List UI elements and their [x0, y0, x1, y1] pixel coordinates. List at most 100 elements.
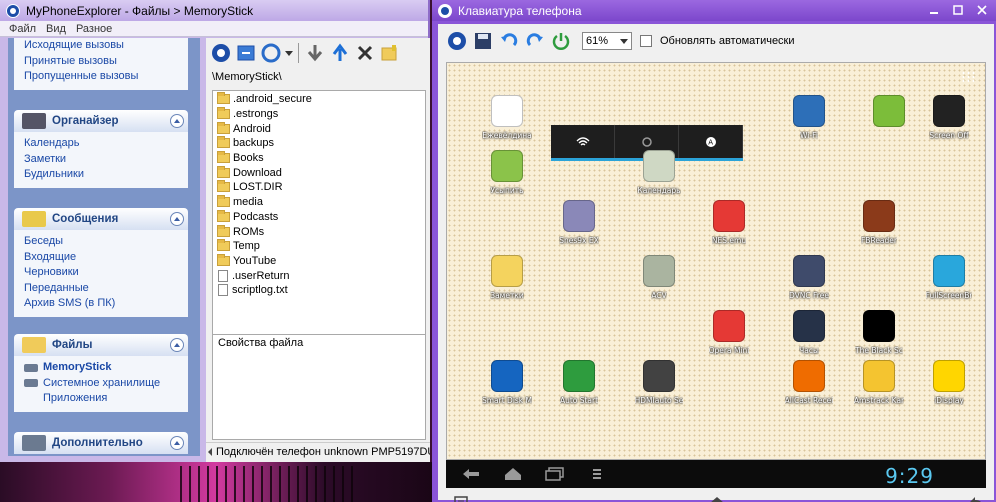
app-shortcut[interactable]: The Black Sc	[847, 308, 911, 355]
connect-icon[interactable]	[446, 30, 468, 52]
folder-icon	[217, 121, 230, 134]
sidebar-item-sent[interactable]: Переданные	[24, 281, 188, 297]
sidebar-item-inbox[interactable]: Входящие	[24, 250, 188, 266]
close-button[interactable]	[972, 2, 992, 18]
app-shortcut[interactable]: ACV	[627, 253, 691, 300]
sidebar-item-received-calls[interactable]: Принятые вызовы	[24, 54, 188, 70]
file-row[interactable]: scriptlog.txt	[213, 283, 425, 298]
app-shortcut[interactable]: Screen Off	[917, 93, 981, 140]
maximize-button[interactable]	[948, 2, 968, 18]
extra-group-header[interactable]: Дополнительно	[14, 432, 188, 454]
delete-icon[interactable]	[354, 42, 376, 64]
sidebar-item-alarms[interactable]: Будильники	[24, 167, 188, 183]
app-label: Auto Start	[559, 396, 599, 405]
redo-icon[interactable]	[524, 30, 546, 52]
sync-icon[interactable]	[235, 42, 257, 64]
file-row[interactable]: ROMs	[213, 224, 425, 239]
home-nav-icon[interactable]	[498, 464, 528, 484]
sidebar-item-memorystick[interactable]: MemoryStick	[24, 360, 188, 376]
file-row[interactable]: Podcasts	[213, 209, 425, 225]
menu-misc[interactable]: Разное	[76, 23, 112, 35]
extra-group: Дополнительно	[14, 432, 188, 454]
app-shortcut[interactable]: Усыпить	[475, 148, 539, 195]
app-shortcut[interactable]: Amstrack Kar	[847, 358, 911, 405]
app-shortcut[interactable]: Snes9x EX	[547, 198, 611, 245]
app-shortcut[interactable]: DVNC Free	[777, 253, 841, 300]
app-shortcut[interactable]: FBReader	[847, 198, 911, 245]
svg-text:A: A	[708, 138, 713, 146]
file-row[interactable]: .android_secure	[213, 92, 425, 107]
app-shortcut[interactable]: Opera Mini	[697, 308, 761, 355]
sidebar-item-calendar[interactable]: Календарь	[24, 136, 188, 152]
recents-nav-icon[interactable]	[540, 464, 570, 484]
app-shortcut[interactable]: AllCast Recei	[777, 358, 841, 405]
collapse-chevron-icon[interactable]	[170, 114, 184, 128]
file-row[interactable]: media	[213, 195, 425, 210]
app-shortcut[interactable]: HDMIauto Se	[627, 358, 691, 405]
file-row[interactable]: .estrongs	[213, 107, 425, 122]
files-group-header[interactable]: Файлы	[14, 334, 188, 356]
phone-screen[interactable]: A Ежевёлдина Wi-Fi Screen Off Усыпить Календ…	[446, 62, 986, 460]
sidebar-item-applications[interactable]: Приложения	[24, 391, 188, 407]
sidebar-item-sms-archive[interactable]: Архив SMS (в ПК)	[24, 296, 188, 312]
app-shortcut[interactable]: Ежевёлдина	[475, 93, 539, 140]
collapse-chevron-icon[interactable]	[170, 212, 184, 226]
power-icon[interactable]	[550, 30, 572, 52]
upload-arrow-icon[interactable]	[329, 42, 351, 64]
minimize-button[interactable]	[924, 2, 944, 18]
wifi-toggle[interactable]	[551, 125, 615, 158]
app-shortcut[interactable]: Wi-Fi	[777, 93, 841, 140]
collapse-chevron-icon[interactable]	[170, 436, 184, 450]
app-shortcut[interactable]: Smart Disk M	[475, 358, 539, 405]
home-key-icon[interactable]	[708, 494, 726, 502]
sidebar-item-system-storage[interactable]: Системное хранилище	[24, 376, 188, 392]
menu-file[interactable]: Файл	[9, 23, 36, 35]
back-nav-icon[interactable]	[456, 464, 486, 484]
app-icon	[711, 198, 747, 234]
refresh-icon[interactable]	[260, 42, 282, 64]
sidebar-item-missed-calls[interactable]: Пропущенные вызовы	[24, 69, 188, 85]
messages-group-header[interactable]: Сообщения	[14, 208, 188, 230]
sidebar-item-outgoing-calls[interactable]: Исходящие вызовы	[24, 38, 188, 54]
back-key-icon[interactable]	[968, 494, 986, 502]
app-shortcut[interactable]: iDisplay	[917, 358, 981, 405]
file-row[interactable]: backups	[213, 136, 425, 151]
auto-update-checkbox[interactable]	[640, 35, 652, 47]
download-arrow-icon[interactable]	[304, 42, 326, 64]
zoom-select[interactable]: 61%	[582, 32, 632, 50]
menu-view[interactable]: Вид	[46, 23, 66, 35]
file-row[interactable]: LOST.DIR	[213, 180, 425, 195]
extra-title: Дополнительно	[52, 437, 143, 449]
collapse-chevron-icon[interactable]	[170, 338, 184, 352]
app-shortcut[interactable]: Auto Start	[547, 358, 611, 405]
app-shortcut[interactable]: Часы	[777, 308, 841, 355]
app-shortcut[interactable]: Календарь	[627, 148, 691, 195]
file-row[interactable]: Books	[213, 151, 425, 166]
folder-icon	[217, 107, 230, 120]
file-row[interactable]: Temp	[213, 239, 425, 254]
menu-key-icon[interactable]	[452, 494, 470, 502]
app-label: Часы	[799, 346, 819, 355]
sidebar-item-conversations[interactable]: Беседы	[24, 234, 188, 250]
save-icon[interactable]	[472, 30, 494, 52]
file-row[interactable]: Android	[213, 121, 425, 136]
file-row[interactable]: Download	[213, 165, 425, 180]
app-shortcut[interactable]: NES.emu	[697, 198, 761, 245]
menu-nav-icon[interactable]	[582, 464, 612, 484]
sidebar-item-drafts[interactable]: Черновики	[24, 265, 188, 281]
right-titlebar[interactable]: Клавиатура телефона	[432, 0, 996, 21]
file-row[interactable]: YouTube	[213, 253, 425, 269]
app-shortcut[interactable]: FullScreenBr	[917, 253, 981, 300]
connect-icon[interactable]	[210, 42, 232, 64]
undo-icon[interactable]	[498, 30, 520, 52]
app-shortcut[interactable]	[857, 93, 921, 131]
file-row[interactable]: .userReturn	[213, 268, 425, 283]
left-titlebar[interactable]: MyPhoneExplorer - Файлы > MemoryStick	[0, 0, 428, 21]
dropdown-arrow-icon[interactable]	[285, 42, 293, 64]
new-folder-icon[interactable]	[379, 42, 401, 64]
sidebar-item-notes[interactable]: Заметки	[24, 152, 188, 168]
organizer-group-header[interactable]: Органайзер	[14, 110, 188, 132]
file-name: Download	[233, 166, 282, 179]
app-shortcut[interactable]: Заметки	[475, 253, 539, 300]
all-apps-grid-icon[interactable]	[961, 71, 975, 83]
